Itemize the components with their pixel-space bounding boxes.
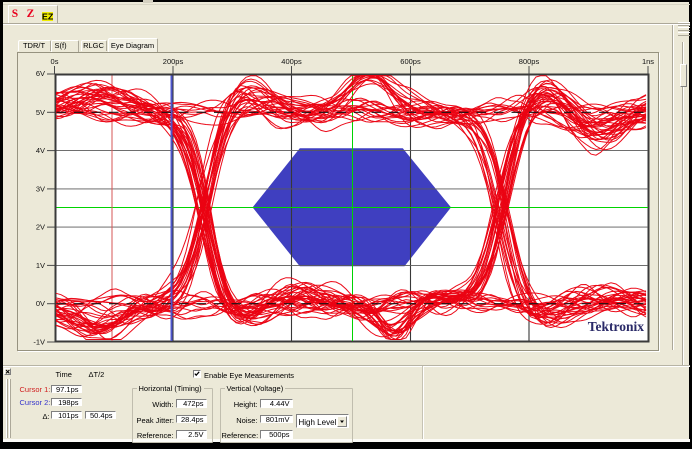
svg-text:EZ: EZ (42, 12, 53, 21)
